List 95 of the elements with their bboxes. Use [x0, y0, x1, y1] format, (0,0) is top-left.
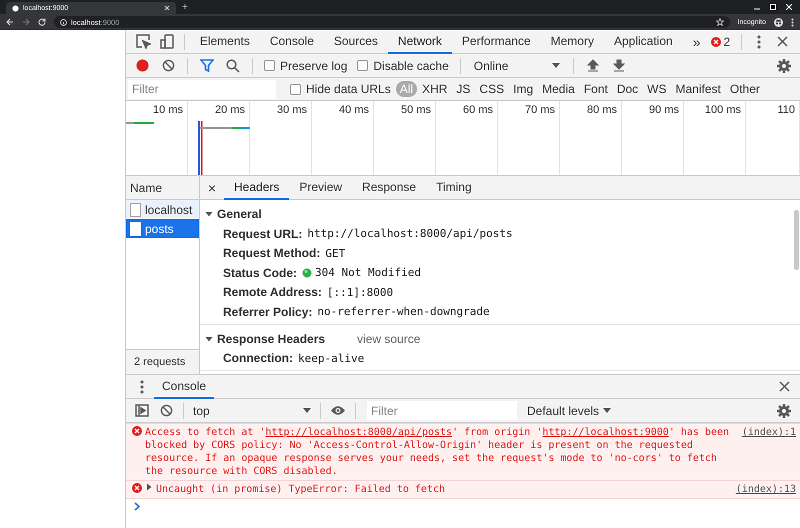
- caret-icon: [552, 63, 560, 68]
- close-icon[interactable]: [164, 5, 170, 11]
- detail-tab[interactable]: Response: [352, 176, 426, 200]
- close-button[interactable]: ×: [204, 180, 220, 196]
- checkbox[interactable]: [357, 60, 368, 71]
- url-link[interactable]: http://localhost:8000/api/posts: [265, 427, 452, 438]
- panel-tab[interactable]: Performance: [452, 30, 541, 54]
- load-marker-line: [198, 121, 202, 175]
- header-name: Connection:: [223, 351, 293, 366]
- more-tabs-button[interactable]: »: [682, 34, 710, 50]
- view-source-link[interactable]: view source: [357, 332, 420, 346]
- time-tick-label: 90 ms: [649, 104, 679, 116]
- header-value: keep-alive: [298, 352, 364, 365]
- checkbox-label[interactable]: Preserve log: [280, 58, 348, 72]
- file-icon: [130, 202, 141, 216]
- incognito-icon[interactable]: [774, 18, 783, 26]
- back-icon[interactable]: [6, 18, 14, 26]
- section-title[interactable]: Response Headers: [217, 332, 326, 346]
- header-name: Status Code:: [223, 266, 298, 280]
- error-icon: [710, 36, 720, 46]
- type-filter-button[interactable]: Img: [509, 81, 538, 97]
- header-name: Request Method:: [223, 246, 320, 260]
- header-value: GET: [325, 246, 346, 260]
- scrollbar-thumb[interactable]: [794, 210, 799, 270]
- filter-input[interactable]: Filter: [367, 401, 517, 420]
- header-name: Referrer Policy:: [223, 304, 312, 319]
- type-filter-button[interactable]: Font: [580, 81, 612, 97]
- header-name: Request URL:: [223, 226, 302, 241]
- section-title[interactable]: General: [217, 207, 262, 221]
- checkbox[interactable]: [264, 60, 275, 71]
- maximize-icon[interactable]: [770, 4, 776, 10]
- filter-input[interactable]: Filter: [128, 80, 276, 98]
- request-count: 2 requests: [134, 356, 186, 368]
- star-icon[interactable]: [716, 18, 724, 26]
- status-dot-icon: [302, 268, 312, 278]
- expand-triangle-icon[interactable]: [145, 483, 153, 491]
- panel-tab[interactable]: Elements: [190, 30, 260, 54]
- checkbox[interactable]: [290, 84, 301, 94]
- time-tick-label: 40 ms: [339, 104, 369, 116]
- error-counter[interactable]: 2: [710, 34, 736, 48]
- prompt-chevron-icon[interactable]: [134, 502, 141, 511]
- type-filter-button[interactable]: JS: [452, 81, 474, 97]
- header-value: 304 Not Modified: [302, 266, 421, 280]
- panel-tab[interactable]: Sources: [324, 30, 388, 54]
- new-tab-button[interactable]: +: [182, 2, 188, 14]
- panel-tab[interactable]: Console: [260, 30, 324, 54]
- panel-tab[interactable]: Memory: [540, 30, 604, 54]
- detail-tab[interactable]: Preview: [289, 176, 352, 200]
- header-value: http://localhost:8000/api/posts: [307, 227, 513, 240]
- error-icon: [132, 483, 142, 493]
- checkbox-label[interactable]: Hide data URLs: [306, 82, 391, 96]
- type-filter-button[interactable]: XHR: [418, 81, 452, 97]
- type-filter-button[interactable]: Doc: [612, 81, 642, 97]
- levels-dropdown[interactable]: Default levels: [523, 404, 616, 418]
- detail-tab[interactable]: Headers: [224, 176, 290, 200]
- menu-icon[interactable]: [791, 18, 794, 26]
- time-tick-label: 60 ms: [463, 104, 493, 116]
- time-tick-label: 20 ms: [215, 104, 245, 116]
- forward-icon[interactable]: [22, 18, 30, 26]
- time-tick-label: 10 ms: [153, 104, 183, 116]
- type-filter-button[interactable]: WS: [643, 81, 671, 97]
- type-filter-button[interactable]: Other: [726, 81, 764, 97]
- context-dropdown[interactable]: top: [189, 404, 315, 418]
- header-value: no-referrer-when-downgrade: [317, 305, 490, 318]
- panel-tab[interactable]: Application: [604, 30, 683, 54]
- throttling-dropdown[interactable]: Online: [468, 58, 566, 72]
- time-tick-label: 50 ms: [401, 104, 431, 116]
- url-link[interactable]: http://localhost:9000: [542, 427, 669, 438]
- detail-tab[interactable]: Timing: [426, 176, 482, 200]
- request-row[interactable]: posts: [126, 219, 199, 238]
- time-tick-label: 80 ms: [587, 104, 617, 116]
- type-filter-button[interactable]: Media: [538, 81, 579, 97]
- time-tick-label: 70 ms: [525, 104, 555, 116]
- caret-icon: [303, 408, 311, 413]
- disclosure-triangle-icon[interactable]: [205, 210, 213, 218]
- source-link[interactable]: (index):1: [736, 426, 796, 439]
- type-filter-button[interactable]: Manifest: [672, 81, 725, 97]
- time-tick-label: 110: [777, 104, 795, 116]
- console-message: Uncaught (in promise) TypeError: Failed to fetch: [156, 483, 446, 496]
- time-tick-label: 100 ms: [704, 104, 741, 116]
- time-tick-label: 30 ms: [277, 104, 307, 116]
- checkbox-label[interactable]: Disable cache: [373, 58, 449, 72]
- header-value: [::1]:8000: [326, 286, 394, 299]
- record-button[interactable]: [136, 59, 148, 72]
- caret-icon: [603, 408, 612, 413]
- header-name: Remote Address:: [223, 285, 322, 300]
- reload-icon[interactable]: [38, 18, 46, 26]
- type-filter-button[interactable]: CSS: [475, 81, 508, 97]
- request-row[interactable]: localhost: [126, 200, 199, 219]
- info-icon: [60, 18, 67, 26]
- disclosure-triangle-icon[interactable]: [205, 334, 213, 342]
- error-icon: [132, 426, 142, 436]
- console-message: Access to fetch at 'http://localhost:8000/api/posts' from origin 'http://localhost:9000' has been blocked by CORS policy: No 'Access-Control-Allow-Origin' header is present on the requested resource. If an opaque response serves your needs, set the request's mode to 'no-cors' to fetch the resource with CORS disabled.: [145, 426, 730, 478]
- file-icon: [130, 222, 141, 236]
- source-link[interactable]: (index):13: [730, 483, 796, 496]
